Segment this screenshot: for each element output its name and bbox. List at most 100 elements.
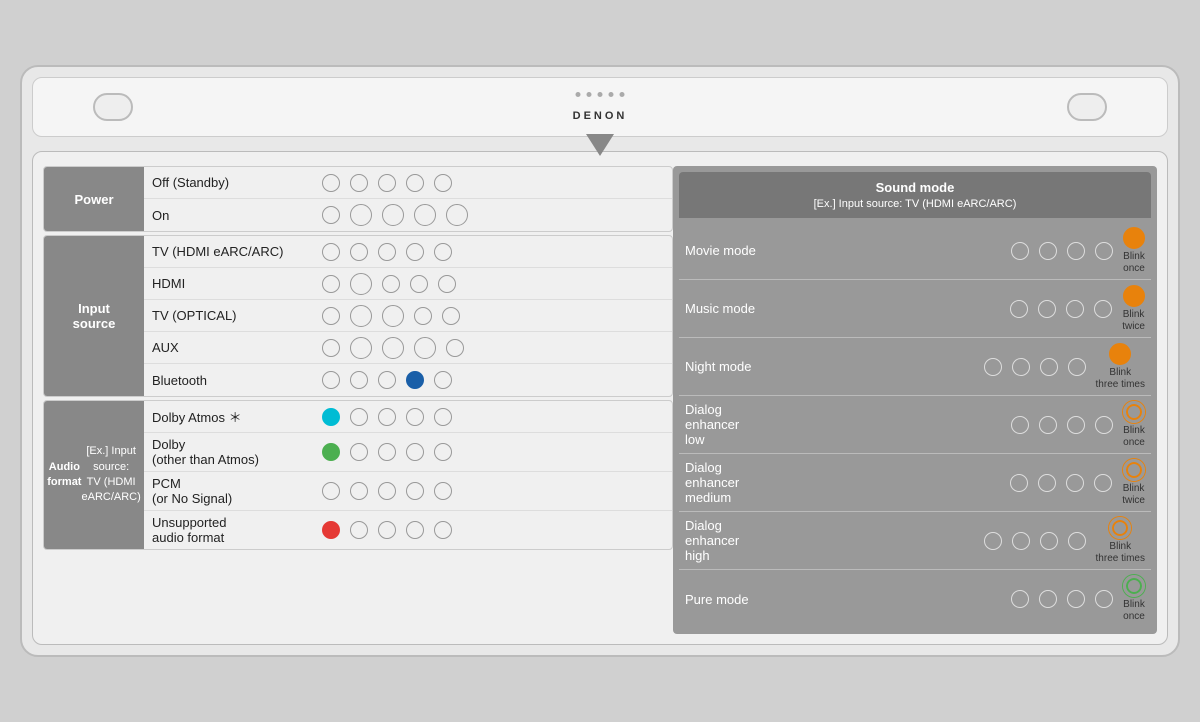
sound-row-music: Music mode Blinktwice — [679, 280, 1151, 338]
sound-row-movie: Movie mode Blinkonce — [679, 222, 1151, 280]
sound-row-dialog-medium: Dialogenhancermedium Blinktwice — [679, 454, 1151, 512]
circle-indicator — [1068, 358, 1086, 376]
circle-indicator — [350, 243, 368, 261]
sound-mode-block: Sound mode [Ex.] Input source: TV (HDMI … — [673, 166, 1157, 634]
device-top-bar: DENON — [32, 77, 1168, 137]
circle-indicator-green — [322, 443, 340, 461]
blink-label: Blinkonce — [1123, 251, 1145, 275]
circle-indicator — [1039, 590, 1057, 608]
sound-circles: Blinkonce — [819, 401, 1151, 449]
table-row: Bluetooth — [144, 364, 672, 396]
circle-indicator — [434, 371, 452, 389]
sound-circles: Blinkonce — [819, 575, 1151, 623]
circles-group — [314, 305, 468, 327]
row-label: Off (Standby) — [144, 171, 314, 194]
circle-indicator — [1011, 242, 1029, 260]
circle-indicator — [1068, 532, 1086, 550]
audio-format-rows: Dolby Atmos ＊ Dolby(other than Atmos) — [144, 401, 672, 549]
sound-row-dialog-low: Dialogenhancerlow Blinkonce — [679, 396, 1151, 454]
blink-label: Blinkonce — [1123, 599, 1145, 623]
circle-indicator — [434, 482, 452, 500]
circle-indicator — [1038, 474, 1056, 492]
circle-indicator-blue — [406, 371, 424, 389]
circle-indicator — [378, 243, 396, 261]
input-source-label: Inputsource — [44, 236, 144, 396]
sound-mode-pure-label: Pure mode — [679, 592, 819, 607]
circle-orange-ring — [1109, 517, 1131, 539]
blink-label: Blinktwice — [1122, 309, 1145, 333]
circles-group — [314, 521, 460, 539]
circle-indicator — [984, 532, 1002, 550]
sound-mode-night-label: Night mode — [679, 359, 819, 374]
table-row: HDMI — [144, 268, 672, 300]
circle-indicator — [382, 204, 404, 226]
sound-circles: Blinktwice — [819, 459, 1151, 507]
circle-indicator — [350, 337, 372, 359]
circle-indicator — [1012, 532, 1030, 550]
circle-indicator — [382, 305, 404, 327]
table-row: TV (HDMI eARC/ARC) — [144, 236, 672, 268]
circle-indicator — [350, 305, 372, 327]
blink-label: Blinktwice — [1122, 483, 1145, 507]
circle-indicator — [322, 307, 340, 325]
sound-mode-dialog-high-label: Dialogenhancerhigh — [679, 518, 819, 563]
row-label: HDMI — [144, 272, 314, 295]
input-source-block: Inputsource TV (HDMI eARC/ARC) HD — [43, 235, 673, 397]
circles-group — [314, 273, 464, 295]
blink-col-dialog-high: Blinkthree times — [1096, 517, 1145, 565]
row-label: Unsupportedaudio format — [144, 511, 314, 549]
table-row: TV (OPTICAL) — [144, 300, 672, 332]
sound-mode-header: Sound mode [Ex.] Input source: TV (HDMI … — [679, 172, 1151, 218]
circle-indicator — [322, 371, 340, 389]
sound-circles: Blinktwice — [819, 285, 1151, 333]
circle-indicator — [378, 482, 396, 500]
circle-indicator — [350, 408, 368, 426]
device-indicator-arrow — [586, 134, 614, 156]
circle-indicator — [406, 521, 424, 539]
circle-indicator — [434, 408, 452, 426]
sound-circles: Blinkonce — [819, 227, 1151, 275]
table-row: On — [144, 199, 672, 231]
circles-group — [314, 371, 460, 389]
circle-orange-filled — [1109, 343, 1131, 365]
outer-wrapper: DENON Power Off (Standby) — [20, 65, 1180, 657]
circle-green-ring — [1123, 575, 1145, 597]
circle-indicator — [1094, 300, 1112, 318]
circle-indicator — [322, 482, 340, 500]
circle-indicator — [1039, 242, 1057, 260]
circle-indicator — [414, 337, 436, 359]
circle-indicator — [1067, 242, 1085, 260]
circle-indicator — [442, 307, 460, 325]
circle-indicator — [378, 174, 396, 192]
circle-indicator — [350, 204, 372, 226]
circle-indicator — [350, 443, 368, 461]
circle-indicator — [1038, 300, 1056, 318]
circle-indicator — [1012, 358, 1030, 376]
sound-mode-dialog-medium-label: Dialogenhancermedium — [679, 460, 819, 505]
device-handle-left — [93, 93, 133, 121]
circle-indicator — [1095, 242, 1113, 260]
row-label: Dolby Atmos ＊ — [144, 403, 314, 430]
device-handle-right — [1067, 93, 1107, 121]
sound-mode-music-label: Music mode — [679, 301, 819, 316]
row-label: TV (OPTICAL) — [144, 304, 314, 327]
circle-indicator-red — [322, 521, 340, 539]
blink-col-dialog-low: Blinkonce — [1123, 401, 1145, 449]
circle-indicator — [984, 358, 1002, 376]
circles-group — [314, 204, 476, 226]
table-row: Dolby(other than Atmos) — [144, 433, 672, 472]
sound-circles: Blinkthree times — [819, 517, 1151, 565]
circle-indicator — [378, 521, 396, 539]
blink-label: Blinkthree times — [1096, 541, 1145, 565]
sound-row-night: Night mode Blinkthree times — [679, 338, 1151, 396]
blink-label: Blinkonce — [1123, 425, 1145, 449]
circle-indicator — [1067, 416, 1085, 434]
blink-label: Blinkthree times — [1096, 367, 1145, 391]
circle-indicator — [434, 174, 452, 192]
circle-indicator — [382, 275, 400, 293]
row-label: Bluetooth — [144, 369, 314, 392]
circle-indicator — [414, 307, 432, 325]
circle-indicator — [1066, 300, 1084, 318]
circles-group — [314, 243, 460, 261]
circle-indicator — [382, 337, 404, 359]
